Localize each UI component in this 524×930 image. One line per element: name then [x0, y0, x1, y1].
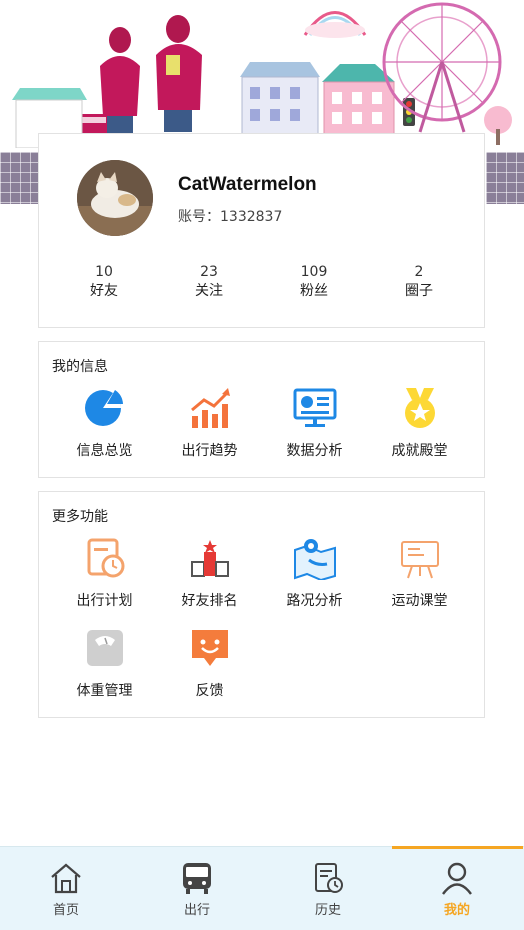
tile-achievements[interactable]: 成就殿堂 — [367, 386, 472, 460]
rainbow-illustration — [303, 11, 367, 38]
monitor-chart-icon — [293, 388, 336, 427]
scale-icon — [86, 630, 123, 666]
username: CatWatermelon — [178, 174, 317, 195]
cat-avatar-image — [77, 160, 153, 236]
section-title: 更多功能 — [52, 509, 108, 525]
tile-travel-trend[interactable]: 出行趋势 — [157, 386, 262, 460]
tile-info-overview[interactable]: 信息总览 — [52, 386, 157, 460]
tile-feedback[interactable]: 反馈 — [157, 626, 262, 700]
tile-weight-management[interactable]: 体重管理 — [52, 626, 157, 700]
tile-label: 体重管理 — [76, 683, 133, 699]
stat-circles[interactable]: 2 圈子 — [379, 263, 459, 301]
stat-value: 10 — [95, 264, 113, 280]
my-info-card: 我的信息 信息总览 出行趋势 数据分析 成就殿堂 — [38, 341, 485, 478]
tile-label: 路况分析 — [286, 593, 343, 609]
profile-card: CatWatermelon 账号：1332837 10 好友 23 关注 109… — [38, 133, 485, 328]
plan-clock-icon — [87, 538, 124, 578]
map-pin-icon — [293, 539, 336, 582]
active-tab-indicator — [392, 846, 523, 849]
whiteboard-icon — [400, 541, 439, 579]
user-icon — [442, 862, 472, 895]
history-icon — [315, 863, 343, 893]
tab-mine[interactable]: 我的 — [417, 861, 497, 918]
tile-label: 出行趋势 — [181, 443, 238, 459]
tab-history[interactable]: 历史 — [288, 861, 368, 918]
tab-label: 我的 — [443, 903, 470, 918]
chat-smile-icon — [191, 630, 228, 666]
tab-home[interactable]: 首页 — [26, 861, 106, 918]
girl-illustration — [100, 27, 140, 134]
stat-value: 109 — [300, 264, 328, 280]
boy-illustration — [156, 15, 202, 132]
trend-chart-icon — [190, 388, 230, 428]
tile-sports-class[interactable]: 运动课堂 — [367, 536, 472, 610]
tile-friend-ranking[interactable]: 好友排名 — [157, 536, 262, 610]
tab-label: 首页 — [52, 903, 79, 918]
right-grid-decoration — [486, 152, 524, 204]
tile-label: 反馈 — [195, 683, 224, 699]
tile-label: 成就殿堂 — [391, 443, 448, 459]
section-title: 我的信息 — [52, 359, 108, 375]
buildings-illustration — [240, 62, 395, 134]
pie-chart-icon — [84, 390, 123, 426]
podium-icon — [190, 540, 229, 577]
more-features-card: 更多功能 出行计划 好友排名 路况分析 运动课堂 体重管理 反馈 — [38, 491, 485, 718]
tab-label: 历史 — [314, 903, 341, 918]
account-number: 账号：1332837 — [178, 209, 283, 225]
tab-travel[interactable]: 出行 — [157, 861, 237, 918]
stat-following[interactable]: 23 关注 — [169, 263, 249, 301]
tile-data-analysis[interactable]: 数据分析 — [262, 386, 367, 460]
tile-label: 出行计划 — [76, 593, 133, 609]
stat-label: 关注 — [195, 283, 223, 299]
tile-label: 数据分析 — [286, 443, 343, 459]
bus-icon — [183, 863, 211, 894]
home-icon — [51, 863, 81, 894]
stat-followers[interactable]: 109 粉丝 — [274, 263, 354, 301]
tile-label: 运动课堂 — [391, 593, 448, 609]
stat-value: 23 — [200, 264, 218, 280]
tile-label: 好友排名 — [181, 593, 238, 609]
left-grid-decoration — [0, 152, 40, 204]
tab-label: 出行 — [183, 903, 210, 918]
stat-label: 好友 — [90, 283, 118, 299]
medal-icon — [404, 388, 435, 428]
bottom-tab-bar: 首页 出行 历史 我的 — [0, 846, 524, 930]
stat-label: 粉丝 — [300, 283, 328, 299]
tile-travel-plan[interactable]: 出行计划 — [52, 536, 157, 610]
stat-value: 2 — [414, 264, 424, 280]
stat-label: 圈子 — [405, 283, 433, 299]
stat-friends[interactable]: 10 好友 — [64, 263, 144, 301]
tile-label: 信息总览 — [76, 443, 133, 459]
tile-road-analysis[interactable]: 路况分析 — [262, 536, 367, 610]
avatar[interactable] — [77, 160, 153, 236]
